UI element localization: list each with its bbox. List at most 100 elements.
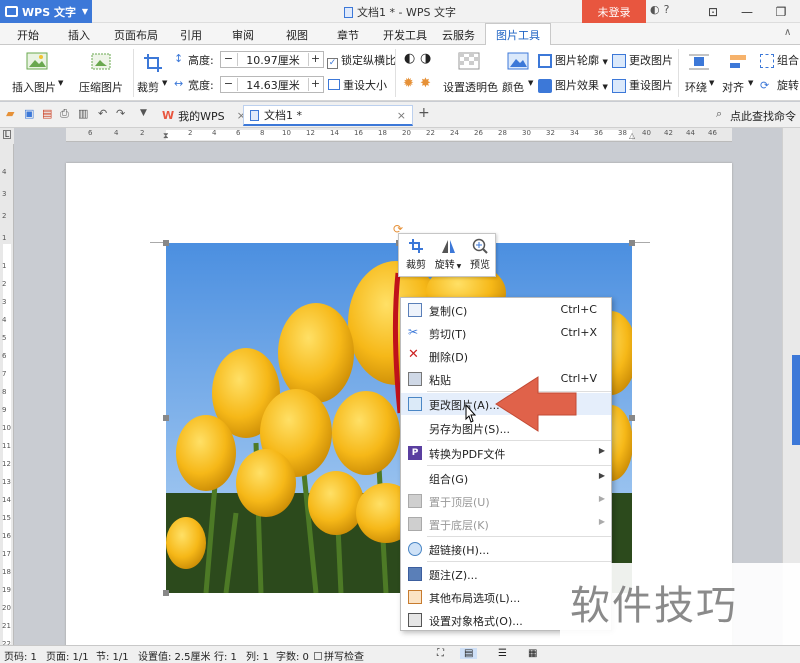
export-pdf-icon[interactable]: ▤ xyxy=(42,107,52,120)
resize-handle[interactable] xyxy=(163,590,169,596)
login-button[interactable]: 未登录 xyxy=(582,0,646,23)
undo-icon[interactable]: ↶ xyxy=(98,107,107,120)
status-word-count[interactable]: 字数: 0 xyxy=(276,648,309,663)
rotate-button[interactable]: ⟳ 旋转 xyxy=(760,77,800,93)
save-icon[interactable]: ▣ xyxy=(24,107,34,120)
chevron-right-icon: ▶ xyxy=(598,494,605,503)
menu-item-convert-pdf[interactable]: P 转换为PDF文件 ▶ xyxy=(401,442,611,464)
menu-item-copy[interactable]: 复制(C) Ctrl+C xyxy=(401,299,611,321)
menu-item-group[interactable]: 组合(G) ▶ xyxy=(401,467,611,489)
brightness-up-icon[interactable]: ✹ xyxy=(403,76,414,91)
insert-picture-button[interactable]: 插入图片 ▼ xyxy=(8,48,64,98)
height-label: 高度: xyxy=(188,54,214,67)
restore-icon[interactable]: ❐ xyxy=(764,0,798,23)
crop-icon xyxy=(409,239,423,253)
outline-view-icon[interactable]: ☰ xyxy=(498,648,507,659)
width-increase-button[interactable]: + xyxy=(308,77,323,92)
left-indent-marker[interactable]: ⧗ xyxy=(163,131,169,141)
tab-home[interactable]: 开始 xyxy=(17,27,39,43)
format-icon xyxy=(408,613,422,627)
resize-handle[interactable] xyxy=(629,240,635,246)
tab-references[interactable]: 引用 xyxy=(180,27,202,43)
search-icon[interactable]: ⌕ xyxy=(716,107,722,121)
group-icon xyxy=(760,54,774,68)
mini-rotate-button[interactable]: 旋转 ▼ xyxy=(433,238,463,271)
tab-chapter[interactable]: 章节 xyxy=(337,27,359,43)
color-button[interactable]: 颜色 ▼ xyxy=(500,48,536,98)
full-screen-view-icon[interactable]: ⛶ xyxy=(437,648,444,659)
tab-developer[interactable]: 开发工具 xyxy=(383,27,427,43)
tab-picture-tools[interactable]: 图片工具 xyxy=(485,23,551,46)
print-preview-icon[interactable]: ▥ xyxy=(78,107,88,120)
collapse-ribbon-icon[interactable]: ∧ xyxy=(784,27,791,38)
tab-document1[interactable]: 文档1 * × xyxy=(243,105,413,126)
resize-handle[interactable] xyxy=(163,415,169,421)
outline-icon xyxy=(538,54,552,68)
menu-item-bring-to-front[interactable]: 置于顶层(U) ▶ xyxy=(401,490,611,512)
contrast-icon[interactable]: ◐ xyxy=(404,51,415,66)
set-transparent-button[interactable]: 设置透明色 xyxy=(440,48,498,98)
height-decrease-button[interactable]: − xyxy=(221,52,236,67)
change-picture-ribbon-button[interactable]: 更改图片 xyxy=(612,52,673,68)
height-input[interactable] xyxy=(237,53,309,66)
fullscreen-icon[interactable]: ⊡ xyxy=(696,0,730,23)
resize-handle[interactable] xyxy=(163,240,169,246)
tab-my-wps[interactable]: W 我的WPS × xyxy=(156,105,252,126)
height-increase-button[interactable]: + xyxy=(308,52,323,67)
compress-picture-button[interactable]: 压缩图片 xyxy=(76,48,126,98)
status-section: 节: 1/1 xyxy=(96,652,129,663)
contrast-down-icon[interactable]: ◑ xyxy=(420,51,431,66)
group-button[interactable]: 组合 xyxy=(760,52,800,68)
reset-picture-icon xyxy=(612,79,626,93)
tab-view[interactable]: 视图 xyxy=(286,27,308,43)
brightness-down-icon[interactable]: ✸ xyxy=(420,76,431,91)
mouse-cursor-icon xyxy=(465,404,477,423)
horizontal-ruler[interactable]: 6 4 2 2 4 6 8 10 12 14 16 18 20 22 24 26… xyxy=(66,128,732,142)
width-field[interactable]: − + xyxy=(220,76,324,93)
crop-button[interactable]: 裁剪 ▼ xyxy=(136,48,170,98)
side-panel-tab[interactable] xyxy=(792,355,800,445)
resize-handle[interactable] xyxy=(629,415,635,421)
tab-review[interactable]: 审阅 xyxy=(232,27,254,43)
menu-item-delete[interactable]: ✕ 删除(D) xyxy=(401,345,611,367)
redo-icon[interactable]: ↷ xyxy=(116,107,125,120)
skin-icon[interactable]: ◐ xyxy=(650,3,660,16)
picture-icon xyxy=(26,52,48,70)
lock-ratio-checkbox[interactable]: ✓ 锁定纵横比 xyxy=(327,52,396,69)
new-tab-icon[interactable]: + xyxy=(418,105,430,121)
customize-dropdown-icon[interactable]: ▼ xyxy=(140,108,147,118)
close-tab-icon[interactable]: × xyxy=(397,109,406,122)
tab-insert[interactable]: 插入 xyxy=(68,27,90,43)
page-view-icon[interactable]: ▤ xyxy=(460,648,478,659)
help-icon[interactable]: ? xyxy=(664,3,670,16)
picture-outline-button[interactable]: 图片轮廓 ▼ xyxy=(538,52,608,68)
vertical-ruler[interactable]: 4 3 2 1 1 2 3 4 5 6 7 8 9 10 11 12 13 14… xyxy=(0,144,14,648)
menu-item-send-to-back[interactable]: 置于底层(K) ▶ xyxy=(401,513,611,535)
align-icon xyxy=(730,55,746,68)
width-decrease-button[interactable]: − xyxy=(221,77,236,92)
mini-crop-button[interactable]: 裁剪 xyxy=(403,238,429,271)
menu-item-cut[interactable]: ✂ 剪切(T) Ctrl+X xyxy=(401,322,611,344)
print-icon[interactable]: ⎙ xyxy=(60,107,69,121)
status-bar: 页码: 1 页面: 1/1 节: 1/1 设置值: 2.5厘米 行: 1 列: … xyxy=(0,645,800,663)
crop-icon xyxy=(144,54,162,72)
web-view-icon[interactable]: ▦ xyxy=(528,648,537,659)
tab-page-layout[interactable]: 页面布局 xyxy=(114,27,158,43)
tab-cloud[interactable]: 云服务 xyxy=(442,27,475,43)
reset-picture-button[interactable]: 重设图片 xyxy=(612,77,673,93)
width-input[interactable] xyxy=(237,78,309,91)
align-button[interactable]: 对齐 ▼ xyxy=(720,48,756,98)
wrap-button[interactable]: 环绕 ▼ xyxy=(682,48,716,98)
spell-check-toggle[interactable]: 拼写检查 xyxy=(314,648,364,663)
open-icon[interactable]: ▰ xyxy=(6,107,14,120)
height-field[interactable]: − + xyxy=(220,51,324,68)
width-icon: ↔ xyxy=(174,77,184,90)
picture-effect-button[interactable]: 图片效果 ▼ xyxy=(538,77,608,93)
reset-size-button[interactable]: 重设大小 xyxy=(328,77,387,93)
minimize-icon[interactable]: — xyxy=(730,0,764,23)
title-bar: WPS 文字 ▼ 文档1 * - WPS 文字 未登录 ◐ ? ⊡ — ❐ ✕ xyxy=(0,0,800,23)
search-command[interactable]: 点此查找命令 xyxy=(730,108,796,124)
menu-item-hyperlink[interactable]: 超链接(H)... xyxy=(401,538,611,560)
right-indent-marker[interactable]: △ xyxy=(629,131,635,140)
mini-preview-button[interactable]: 预览 xyxy=(467,238,493,271)
